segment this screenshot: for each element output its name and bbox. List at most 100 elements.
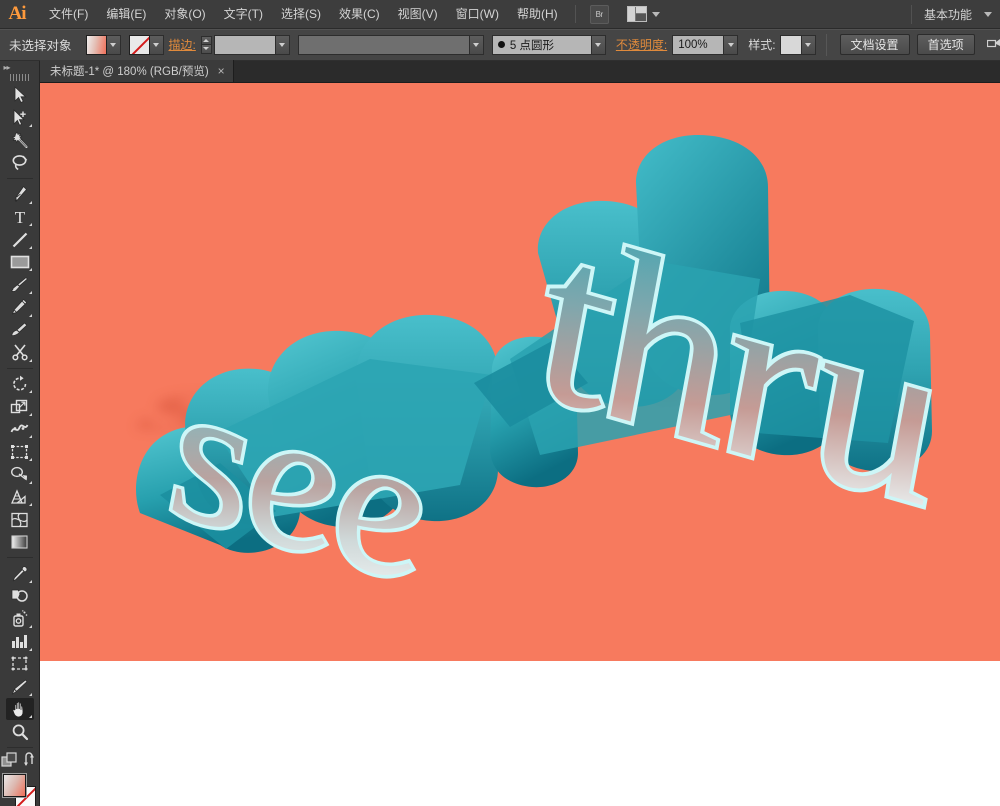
chevron-down-icon[interactable] (984, 11, 992, 17)
type-tool[interactable]: T (6, 206, 34, 229)
line-segment-tool[interactable] (6, 228, 34, 251)
chevron-down-icon (805, 42, 812, 47)
zoom-tool[interactable] (6, 720, 34, 743)
menu-type[interactable]: 文字(T) (215, 4, 272, 24)
stroke-profile-input[interactable] (297, 34, 470, 55)
hand-tool[interactable] (5, 697, 34, 721)
menubar-divider (574, 5, 576, 23)
tools-divider (6, 557, 33, 559)
menu-bar: Ai 文件(F) 编辑(E) 对象(O) 文字(T) 选择(S) 效果(C) 视… (0, 0, 1000, 29)
slice-tool[interactable] (6, 675, 34, 698)
stroke-profile-control[interactable] (297, 34, 484, 55)
chevron-down-icon (110, 42, 117, 47)
stroke-weight-stepper[interactable] (200, 35, 212, 54)
tool-flyout-indicator (28, 690, 32, 696)
tools-divider (6, 367, 33, 369)
menu-select[interactable]: 选择(S) (272, 4, 330, 24)
control-bar: 未选择对象 描边: 5 点圆形 不透明度: 100% 样式: 文档设置 首选项 (0, 29, 1000, 61)
opacity-dropdown[interactable] (724, 34, 739, 55)
blob-brush-tool[interactable] (6, 319, 34, 342)
stroke-profile-dropdown[interactable] (469, 34, 484, 55)
stroke-label-link[interactable]: 描边: (169, 36, 196, 53)
stroke-weight-dropdown[interactable] (275, 34, 290, 55)
close-icon[interactable]: × (218, 65, 225, 77)
eyedropper-tool[interactable] (6, 562, 34, 585)
graphic-style-control[interactable] (779, 34, 816, 55)
artboard-tool[interactable] (6, 653, 34, 676)
lasso-tool[interactable] (6, 152, 34, 175)
opacity-control[interactable]: 100% (672, 34, 739, 55)
default-fill-stroke-icon[interactable] (0, 752, 18, 768)
tool-flyout-indicator (28, 265, 32, 272)
free-transform-tool[interactable] (6, 440, 34, 463)
arrange-documents-button[interactable] (626, 6, 660, 22)
workspace-switcher[interactable]: 基本功能 (910, 4, 1000, 24)
shape-builder-tool[interactable] (6, 463, 34, 486)
scale-tool[interactable] (6, 395, 34, 418)
brush-definition-dropdown[interactable] (591, 34, 606, 55)
opacity-input[interactable]: 100% (672, 34, 725, 55)
mesh-icon (11, 512, 28, 527)
menu-file[interactable]: 文件(F) (40, 4, 97, 24)
brush-definition-control[interactable]: 5 点圆形 (491, 34, 606, 55)
stroke-dropdown-button[interactable] (149, 34, 164, 55)
fill-swatch[interactable] (85, 34, 107, 55)
fill-color-control[interactable] (85, 34, 121, 55)
rectangle-tool[interactable] (6, 251, 34, 274)
magic-wand-tool[interactable] (6, 129, 34, 152)
artboard[interactable]: see thru (40, 83, 1000, 661)
menu-view[interactable]: 视图(V) (389, 4, 447, 24)
swap-arrow-icon[interactable] (23, 752, 39, 768)
bridge-icon[interactable]: Br (589, 4, 609, 24)
fill-dropdown-button[interactable] (106, 34, 121, 55)
paintbrush-tool[interactable] (6, 273, 34, 296)
blend-tool[interactable] (6, 585, 34, 608)
perspective-grid-tool[interactable] (6, 486, 34, 509)
document-setup-button[interactable]: 文档设置 (839, 34, 910, 55)
mesh-tool[interactable] (6, 508, 34, 531)
menu-effect[interactable]: 效果(C) (330, 4, 389, 24)
stepper-up-icon[interactable] (200, 35, 212, 45)
column-graph-tool[interactable] (6, 630, 34, 653)
stroke-swatch-none[interactable] (128, 34, 150, 55)
pen-tool[interactable] (6, 183, 34, 206)
tool-flyout-indicator (28, 645, 32, 651)
graphic-style-swatch[interactable] (779, 34, 802, 55)
select-similar-objects-button[interactable] (986, 38, 1000, 52)
selection-tool[interactable] (6, 84, 34, 107)
chevron-down-icon (727, 42, 734, 47)
tools-divider (6, 178, 33, 180)
stroke-weight-control[interactable] (213, 34, 290, 55)
document-tab[interactable]: 未标题-1* @ 180% (RGB/预览) × (40, 60, 234, 82)
menu-window[interactable]: 窗口(W) (447, 4, 508, 24)
menu-object[interactable]: 对象(O) (155, 4, 214, 24)
tools-panel-collapse-icon[interactable]: ▸▸ (0, 61, 40, 73)
stroke-weight-input[interactable] (213, 34, 276, 55)
preferences-button[interactable]: 首选项 (916, 34, 975, 55)
pencil-tool[interactable] (6, 296, 34, 319)
svg-text:thru: thru (538, 174, 931, 563)
graphic-style-dropdown[interactable] (801, 34, 816, 55)
tools-panel-grip[interactable] (9, 74, 30, 81)
gradient-tool[interactable] (6, 531, 34, 554)
rotate-tool[interactable] (6, 373, 34, 396)
stepper-down-icon[interactable] (200, 44, 212, 54)
artwork-see-thru[interactable]: see thru (40, 83, 1000, 661)
fill-stroke-indicator[interactable] (2, 774, 37, 806)
tool-flyout-indicator (28, 220, 32, 227)
eraser-tool[interactable] (6, 341, 34, 364)
control-bar-divider (825, 33, 827, 56)
brush-definition-input[interactable]: 5 点圆形 (491, 34, 592, 55)
direct-selection-tool[interactable] (6, 106, 34, 129)
stroke-color-control[interactable] (128, 34, 164, 55)
tool-flyout-indicator (28, 121, 32, 127)
fill-indicator[interactable] (2, 774, 26, 797)
symbol-sprayer-tool[interactable] (6, 608, 34, 631)
menu-edit[interactable]: 编辑(E) (97, 4, 155, 24)
workspace-label: 基本功能 (923, 7, 972, 22)
width-tool[interactable] (6, 418, 34, 441)
opacity-label-link[interactable]: 不透明度: (616, 36, 667, 53)
menu-help[interactable]: 帮助(H) (508, 4, 567, 24)
canvas-area[interactable]: see thru (40, 83, 1000, 806)
artwork-svg: see thru (125, 135, 934, 633)
